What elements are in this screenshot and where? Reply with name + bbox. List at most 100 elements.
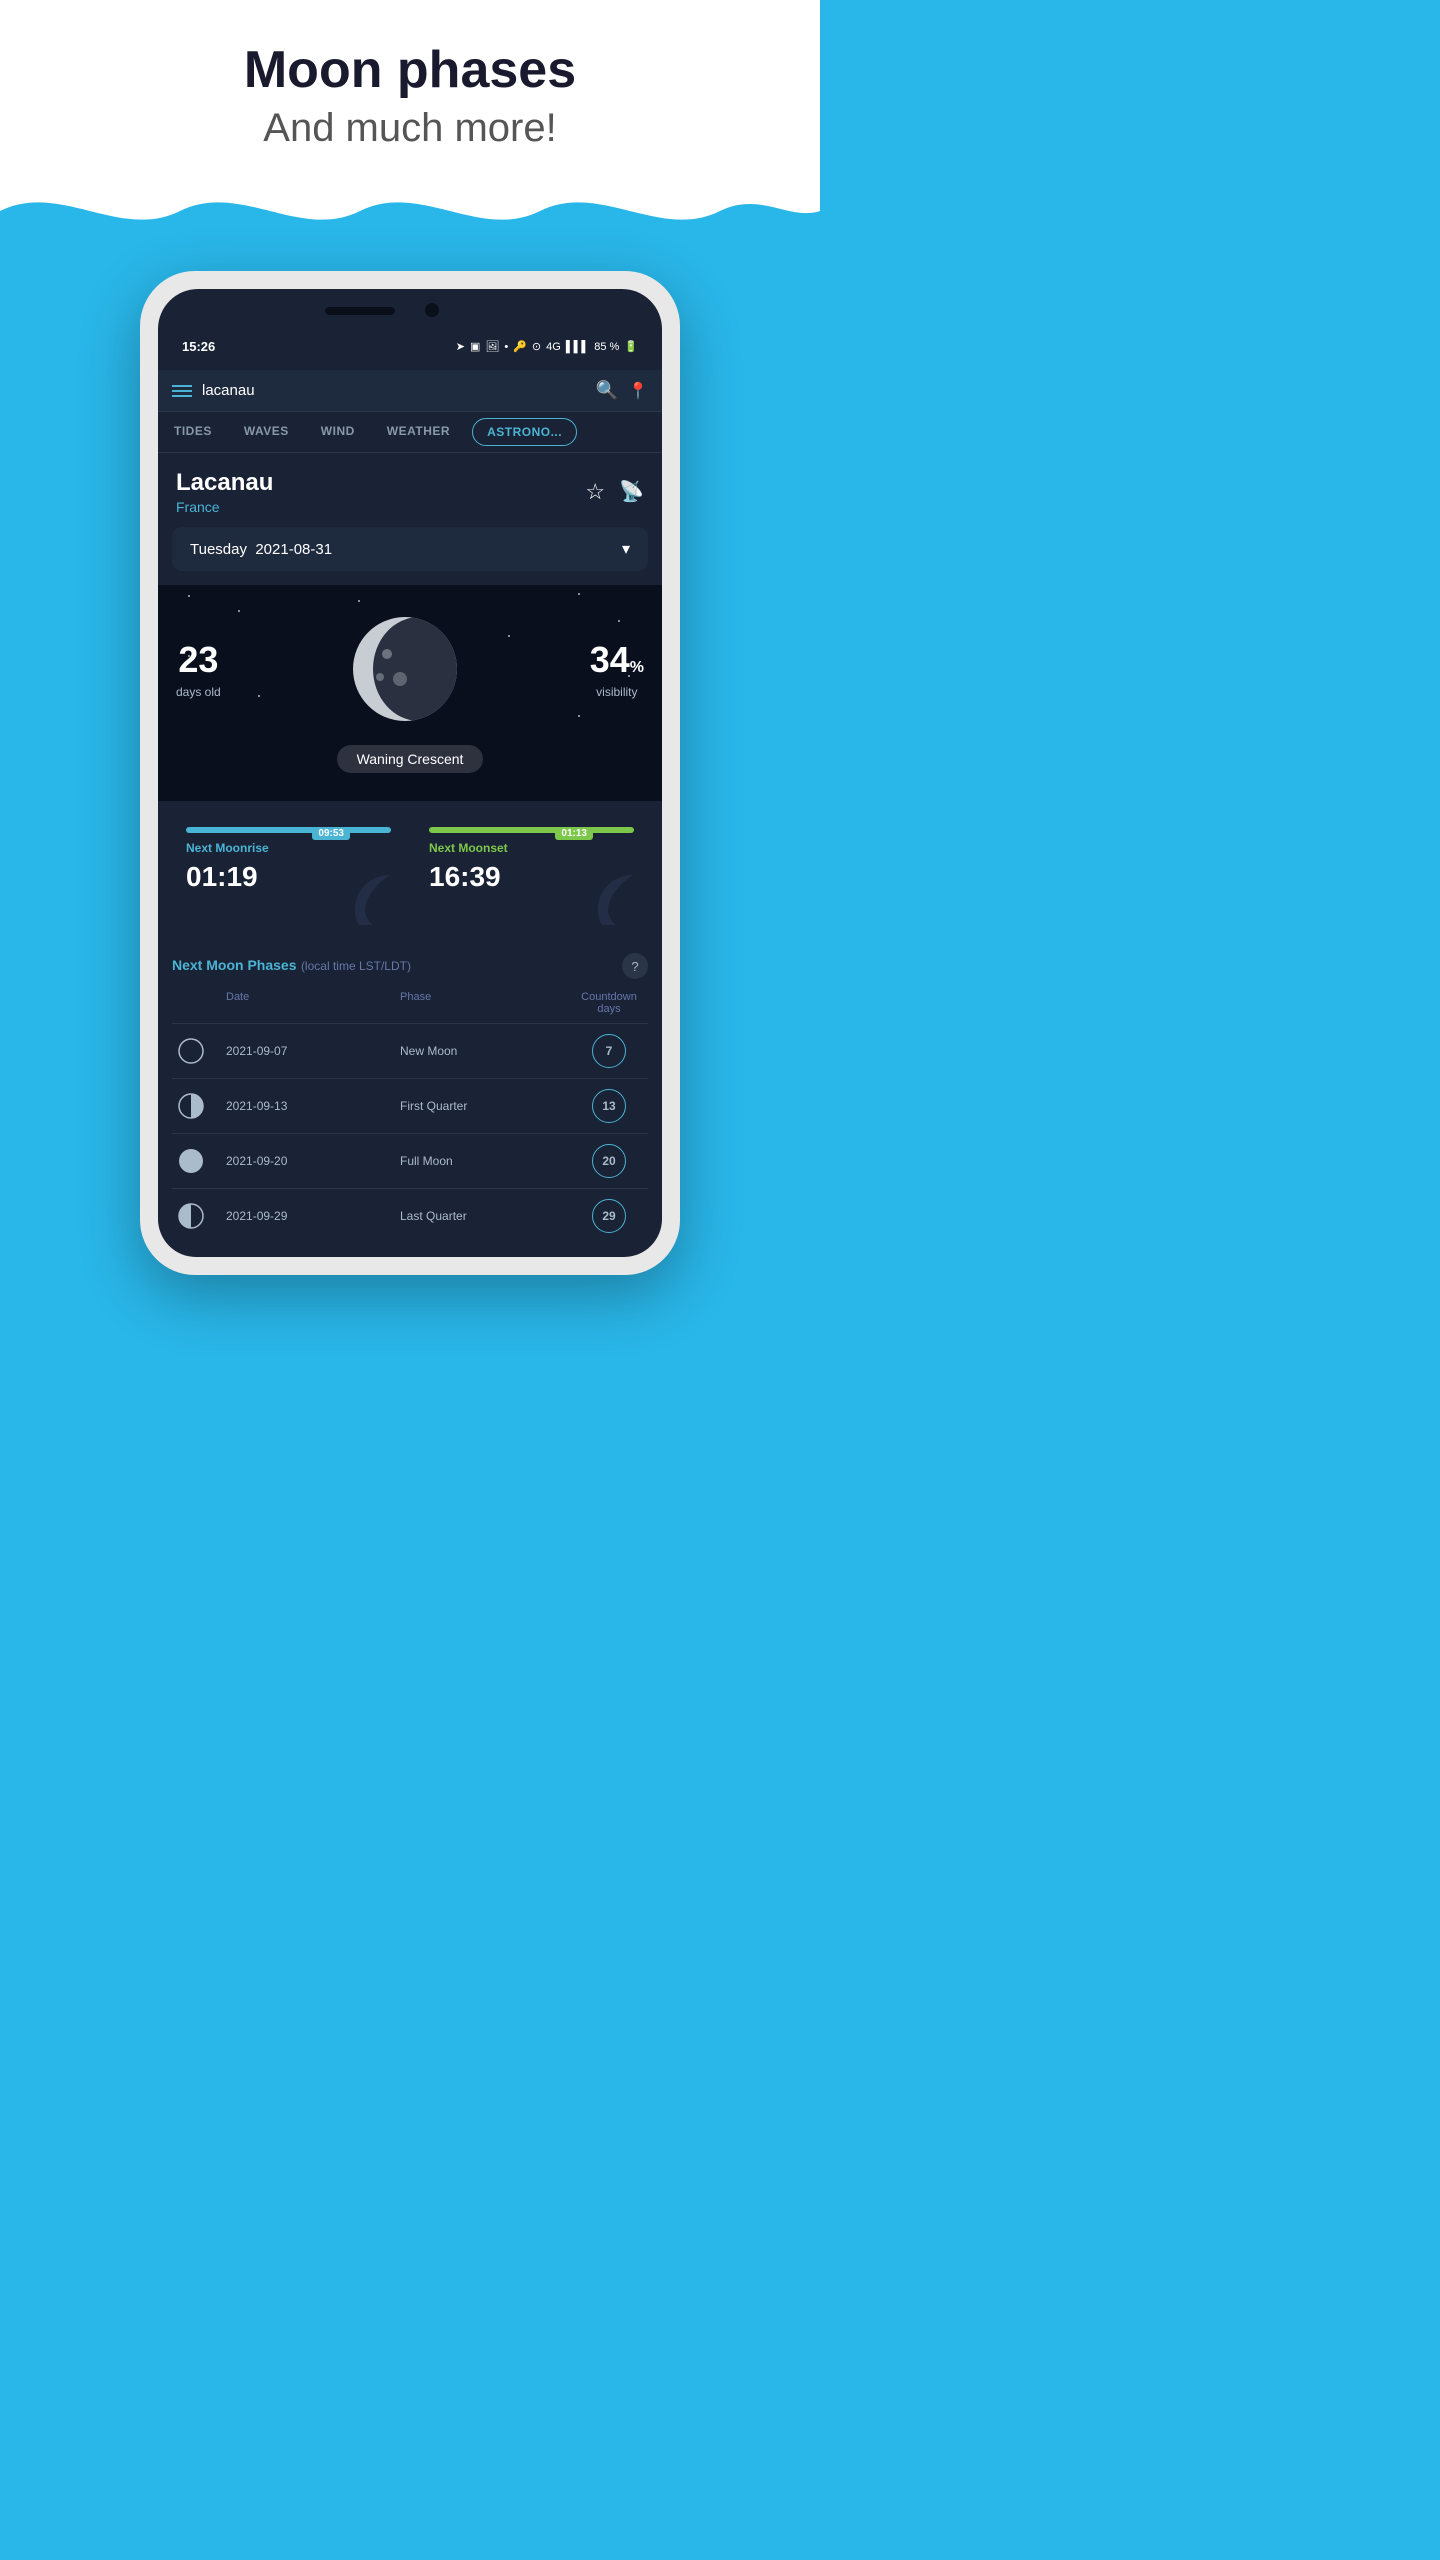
moon-age-value: 23	[176, 639, 221, 681]
phase-row-first-quarter: 2021-09-13 First Quarter 13	[172, 1078, 648, 1133]
new-moon-countdown: 7	[592, 1034, 626, 1068]
moon-graphic	[345, 609, 465, 729]
moonset-crescent-icon	[578, 860, 648, 925]
last-quarter-countdown: 29	[592, 1199, 626, 1233]
new-moon-date: 2021-09-07	[226, 1044, 400, 1058]
moon-section: 23 days old	[158, 585, 662, 801]
full-moon-icon	[176, 1146, 226, 1176]
location-actions: ☆ 📡	[585, 479, 644, 505]
moonrise-progress-bar	[186, 827, 391, 833]
tab-weather[interactable]: WEATHER	[371, 412, 466, 452]
search-icon[interactable]: 🔍	[596, 380, 618, 401]
location-country: France	[176, 499, 273, 515]
col-countdown-header: Countdown days	[574, 991, 644, 1015]
moon-visibility-label: visibility	[590, 685, 644, 699]
date-display: Tuesday 2021-08-31	[190, 541, 332, 558]
moon-visibility-value: 34%	[590, 639, 644, 681]
moonrise-label: Next Moonrise	[186, 841, 391, 855]
date-value: 2021-08-31	[255, 541, 332, 558]
location-header: Lacanau France ☆ 📡	[158, 453, 662, 527]
nav-icon: ➤	[456, 340, 465, 353]
tabs-bar: TIDES WAVES WIND WEATHER ASTRONO...	[158, 412, 662, 453]
status-bar: 15:26 ➤ ▣ 🖼 • 🔑 ⊙ 4G ▌▌▌ 85 % 🔋	[182, 333, 638, 360]
dot-icon: •	[504, 341, 508, 353]
live-data-icon[interactable]: 📡	[619, 479, 644, 505]
status-time: 15:26	[182, 339, 215, 354]
moonset-label: Next Moonset	[429, 841, 634, 855]
moonrise-crescent-icon	[335, 860, 405, 925]
location-info: Lacanau France	[176, 469, 273, 515]
location-name: Lacanau	[176, 469, 273, 497]
phone-content: 🔍 📍 TIDES WAVES WIND WEATHER ASTRONO... …	[158, 370, 662, 1257]
last-quarter-phase: Last Quarter	[400, 1209, 574, 1223]
phone-wrapper: 15:26 ➤ ▣ 🖼 • 🔑 ⊙ 4G ▌▌▌ 85 % 🔋	[140, 241, 680, 1335]
signal-icon: ▌▌▌	[566, 341, 589, 353]
moonrise-bar-time: 09:53	[312, 827, 350, 840]
phases-title-group: Next Moon Phases (local time LST/LDT)	[172, 957, 411, 975]
phases-title: Next Moon Phases	[172, 957, 296, 973]
phases-table-header: Date Phase Countdown days	[172, 991, 648, 1023]
page-subtitle: And much more!	[20, 106, 800, 151]
first-quarter-phase: First Quarter	[400, 1099, 574, 1113]
next-phases-section: Next Moon Phases (local time LST/LDT) ? …	[158, 939, 662, 1257]
search-input[interactable]	[202, 382, 586, 399]
search-bar: 🔍 📍	[158, 370, 662, 412]
tab-tides[interactable]: TIDES	[158, 412, 228, 452]
moonrise-card: 09:53 Next Moonrise 01:19	[172, 815, 405, 925]
moon-age-label: days old	[176, 685, 221, 699]
star-dot	[188, 595, 190, 597]
new-moon-phase: New Moon	[400, 1044, 574, 1058]
msg-icon: ▣	[470, 340, 480, 353]
first-quarter-countdown: 13	[592, 1089, 626, 1123]
battery-text: 85 %	[594, 341, 619, 353]
photo-icon: 🖼	[485, 340, 499, 353]
moon-phase-label: Waning Crescent	[176, 745, 644, 773]
location-icon[interactable]: 📍	[628, 381, 648, 401]
page-header: Moon phases And much more!	[0, 0, 820, 181]
day-name: Tuesday	[190, 541, 247, 558]
date-selector[interactable]: Tuesday 2021-08-31 ▾	[172, 527, 648, 571]
moonrise-bar-position: 09:53	[186, 827, 391, 833]
full-moon-phase: Full Moon	[400, 1154, 574, 1168]
moonset-bar-time: 01:13	[555, 827, 593, 840]
moonset-bar-position: 01:13	[429, 827, 634, 833]
new-moon-icon	[176, 1036, 226, 1066]
last-quarter-icon	[176, 1201, 226, 1231]
phases-header: Next Moon Phases (local time LST/LDT) ?	[172, 953, 648, 979]
col-phase-header: Phase	[400, 991, 574, 1015]
notch-speaker	[325, 307, 395, 315]
first-quarter-icon	[176, 1091, 226, 1121]
col-date-header: Date	[226, 991, 400, 1015]
phase-row-new-moon: 2021-09-07 New Moon 7	[172, 1023, 648, 1078]
wifi-icon: ⊙	[532, 340, 541, 353]
moon-visibility-stat: 34% visibility	[590, 639, 644, 699]
network-icon: 4G	[546, 341, 561, 353]
page-title: Moon phases	[20, 40, 800, 100]
notch-camera	[425, 303, 439, 317]
moonset-card: 01:13 Next Moonset 16:39	[415, 815, 648, 925]
phase-row-full-moon: 2021-09-20 Full Moon 20	[172, 1133, 648, 1188]
favorite-star-icon[interactable]: ☆	[585, 479, 605, 505]
full-moon-countdown: 20	[592, 1144, 626, 1178]
moon-age-stat: 23 days old	[176, 639, 221, 699]
wave-divider	[0, 181, 820, 241]
battery-icon: 🔋	[624, 340, 638, 353]
phase-row-last-quarter: 2021-09-29 Last Quarter 29	[172, 1188, 648, 1243]
hamburger-menu-icon[interactable]	[172, 385, 192, 397]
star-dot	[578, 593, 580, 595]
col-icon-header	[176, 991, 226, 1015]
tab-astronomy[interactable]: ASTRONO...	[472, 418, 577, 446]
moon-phase-badge: Waning Crescent	[337, 745, 484, 773]
date-chevron-icon: ▾	[622, 539, 630, 559]
full-moon-date: 2021-09-20	[226, 1154, 400, 1168]
phone-frame: 15:26 ➤ ▣ 🖼 • 🔑 ⊙ 4G ▌▌▌ 85 % 🔋	[140, 271, 680, 1275]
status-icons: ➤ ▣ 🖼 • 🔑 ⊙ 4G ▌▌▌ 85 % 🔋	[456, 340, 638, 353]
phone-notch-bar: 15:26 ➤ ▣ 🖼 • 🔑 ⊙ 4G ▌▌▌ 85 % 🔋	[158, 289, 662, 370]
moon-times: 09:53 Next Moonrise 01:19 01:13 Next M	[158, 801, 662, 939]
tab-wind[interactable]: WIND	[305, 412, 371, 452]
help-button[interactable]: ?	[622, 953, 648, 979]
last-quarter-date: 2021-09-29	[226, 1209, 400, 1223]
moon-container: 23 days old	[176, 609, 644, 729]
star-dot	[358, 600, 360, 602]
tab-waves[interactable]: WAVES	[228, 412, 305, 452]
